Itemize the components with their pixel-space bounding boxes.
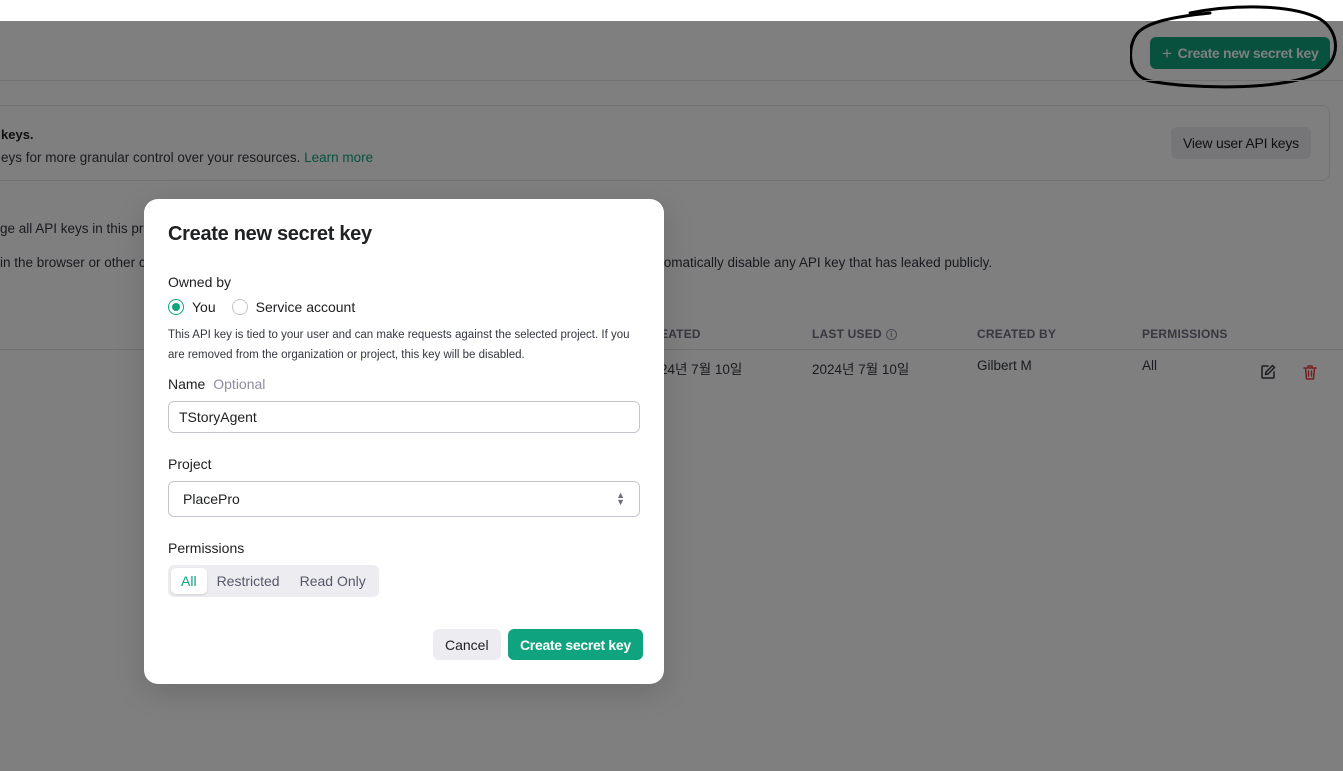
name-optional-hint: Optional [213, 376, 266, 392]
radio-service-account[interactable] [231, 299, 248, 315]
project-label: Project [168, 456, 212, 472]
permissions-label: Permissions [168, 540, 245, 556]
chevron-updown-icon: ▲ ▼ [616, 490, 625, 507]
owned-by-label: Owned by [168, 274, 232, 290]
permission-read-only-button[interactable]: Read Only [290, 568, 376, 594]
name-label-text: Name [168, 376, 206, 392]
name-input[interactable] [168, 401, 640, 433]
project-select[interactable]: PlacePro ▲ ▼ [168, 481, 640, 517]
project-select-value: PlacePro [183, 491, 240, 507]
permission-all-button[interactable]: All [171, 568, 207, 594]
owner-option-service-account[interactable]: Service account [231, 299, 356, 315]
name-label: Name Optional [168, 376, 265, 392]
create-secret-key-dialog: Create new secret key Owned by You Servi… [144, 199, 664, 684]
radio-you[interactable] [168, 299, 184, 315]
owner-option-service-account-label: Service account [255, 299, 356, 315]
owner-option-you-label: You [192, 299, 216, 315]
owner-helper-text: This API key is tied to your user and ca… [168, 329, 630, 361]
dialog-title: Create new secret key [168, 223, 372, 245]
cancel-button[interactable]: Cancel [433, 629, 501, 660]
browser-top-bar [0, 0, 1343, 21]
owner-option-you[interactable]: You [168, 299, 216, 315]
create-secret-key-button[interactable]: Create secret key [508, 629, 643, 660]
owner-radio-group: You Service account [168, 299, 371, 315]
permission-restricted-button[interactable]: Restricted [207, 568, 290, 594]
permissions-segmented-control: All Restricted Read Only [168, 565, 379, 597]
